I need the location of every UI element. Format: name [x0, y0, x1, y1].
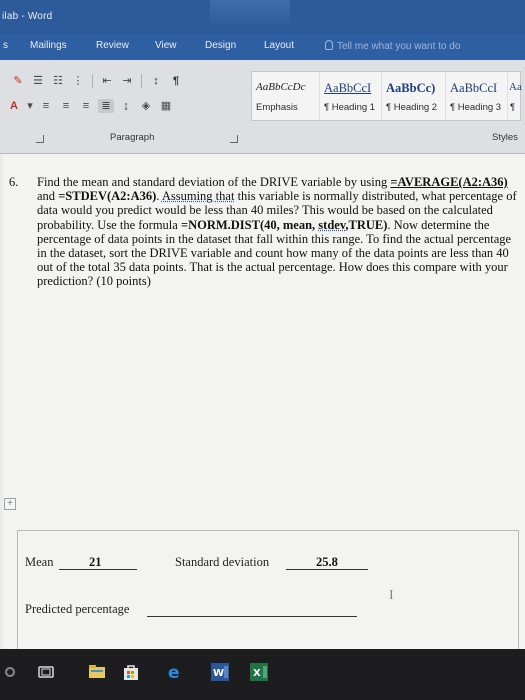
- text-cursor-icon: I: [389, 588, 394, 603]
- style-heading-2[interactable]: AaBbCc) ¶ Heading 2: [382, 72, 446, 120]
- edge-browser-icon[interactable]: e: [166, 663, 184, 681]
- style-name: Emphasis: [256, 102, 298, 113]
- excel-app-icon[interactable]: X: [250, 663, 268, 681]
- formula-true: ,TRUE): [345, 217, 388, 232]
- style-sample: Aa: [509, 81, 522, 93]
- chevron-down-icon[interactable]: ▾: [26, 99, 34, 113]
- align-center-icon[interactable]: ≡: [58, 99, 74, 113]
- tab-review[interactable]: Review: [96, 40, 129, 51]
- divider: [141, 74, 142, 88]
- paragraph-group-label: Paragraph: [110, 132, 155, 143]
- formula-stdev: =STDEV(A2:A36): [58, 189, 157, 204]
- title-bar-highlight: [210, 0, 290, 28]
- style-sample: AaBbCcI: [324, 81, 372, 95]
- taskbar: e W X: [0, 649, 525, 700]
- style-name: ¶ Heading 3: [450, 102, 502, 113]
- title-bar: ilab - Word: [0, 0, 525, 34]
- highlight-marker-icon[interactable]: ✎: [10, 74, 26, 88]
- file-explorer-icon[interactable]: [88, 663, 106, 681]
- mean-label: Mean: [25, 555, 54, 569]
- stdev-value[interactable]: 25.8: [316, 555, 338, 570]
- task-view-icon[interactable]: [37, 663, 55, 681]
- lightbulb-icon: [325, 40, 333, 50]
- cortana-icon[interactable]: [4, 663, 22, 681]
- document-area: 6. Find the mean and standard deviation …: [0, 154, 525, 650]
- multilevel-list-icon[interactable]: ⋮: [70, 74, 86, 88]
- tab-partial[interactable]: s: [3, 40, 8, 51]
- formula-stdev-word: stdev: [318, 217, 346, 232]
- font-color-icon[interactable]: A: [6, 99, 22, 113]
- tab-design[interactable]: Design: [205, 40, 236, 51]
- paragraph-row-1: ✎ ☰ ☷ ⋮ ⇤ ⇥ ↕ ¶: [10, 72, 184, 90]
- style-name: ¶ Heading 2: [386, 102, 438, 113]
- predicted-label: Predicted percentage: [25, 602, 130, 616]
- paragraph-row-2: A ▾ ≡ ≡ ≡ ≣ ↨ ◈ ▦: [6, 97, 174, 115]
- tell-me-placeholder: Tell me what you want to do: [337, 41, 461, 52]
- style-more[interactable]: Aa ¶: [508, 72, 522, 120]
- styles-gallery: AaBbCcDc Emphasis AaBbCcI ¶ Heading 1 Aa…: [251, 71, 522, 121]
- formula-average: =AVERAGE(A2:A36): [390, 175, 508, 189]
- pilcrow-icon[interactable]: ¶: [168, 74, 184, 88]
- dialog-launcher-icon[interactable]: [36, 135, 44, 143]
- style-name: ¶: [510, 102, 516, 113]
- style-heading-1[interactable]: AaBbCcI ¶ Heading 1: [320, 72, 382, 120]
- window-title: ilab - Word: [2, 11, 53, 22]
- answer-box: [17, 530, 519, 650]
- style-sample: AaBbCc): [386, 81, 436, 95]
- tell-me-box[interactable]: Tell me what you want to do: [325, 40, 460, 52]
- stdev-label: Standard deviation: [175, 555, 270, 569]
- svg-text:W: W: [213, 668, 224, 679]
- question-text: Find the mean and standard deviation of …: [37, 175, 517, 289]
- style-sample: AaBbCcI: [450, 81, 498, 95]
- align-left-icon[interactable]: ≡: [38, 99, 54, 113]
- shading-icon[interactable]: ◈: [138, 99, 154, 113]
- question-number: 6.: [9, 175, 19, 189]
- style-heading-3[interactable]: AaBbCcI ¶ Heading 3: [446, 72, 508, 120]
- styles-group-label: Styles: [492, 132, 518, 143]
- style-name: ¶ Heading 1: [324, 102, 376, 113]
- tab-layout[interactable]: Layout: [264, 40, 294, 51]
- divider: [92, 74, 93, 88]
- grammar-flag-text: Assuming that: [161, 189, 235, 204]
- formula-norm-dist: =NORM.DIST(40, mean,: [180, 217, 319, 232]
- decrease-indent-icon[interactable]: ⇤: [99, 74, 115, 88]
- tab-view[interactable]: View: [155, 40, 177, 51]
- word-app-icon[interactable]: W: [211, 663, 229, 681]
- style-emphasis[interactable]: AaBbCcDc Emphasis: [252, 72, 320, 120]
- line-spacing-icon[interactable]: ↨: [118, 99, 134, 113]
- svg-text:X: X: [253, 668, 261, 679]
- sort-icon[interactable]: ↕: [148, 74, 164, 88]
- mean-value[interactable]: 21: [89, 555, 102, 570]
- document-page[interactable]: 6. Find the mean and standard deviation …: [3, 154, 525, 650]
- numbering-icon[interactable]: ☷: [50, 74, 66, 88]
- tab-mailings[interactable]: Mailings: [30, 40, 67, 51]
- ribbon-tabs: s Mailings Review View Design Layout Tel…: [0, 34, 525, 60]
- question-text-part: and: [37, 189, 59, 204]
- svg-text:e: e: [168, 663, 180, 681]
- predicted-underline[interactable]: [147, 616, 357, 617]
- ribbon: ✎ ☰ ☷ ⋮ ⇤ ⇥ ↕ ¶ A ▾ ≡ ≡ ≡ ≣ ↨ ◈ ▦ AaBbCc…: [0, 60, 525, 154]
- bullets-icon[interactable]: ☰: [30, 74, 46, 88]
- store-icon[interactable]: [122, 663, 140, 681]
- table-move-handle-icon[interactable]: +: [4, 498, 16, 510]
- increase-indent-icon[interactable]: ⇥: [119, 74, 135, 88]
- align-right-icon[interactable]: ≡: [78, 99, 94, 113]
- dialog-launcher-icon[interactable]: [230, 135, 238, 143]
- question-text-part: Find the mean and standard deviation of …: [37, 175, 391, 189]
- style-sample: AaBbCcDc: [256, 81, 306, 93]
- borders-icon[interactable]: ▦: [158, 99, 174, 113]
- justify-icon[interactable]: ≣: [98, 99, 114, 113]
